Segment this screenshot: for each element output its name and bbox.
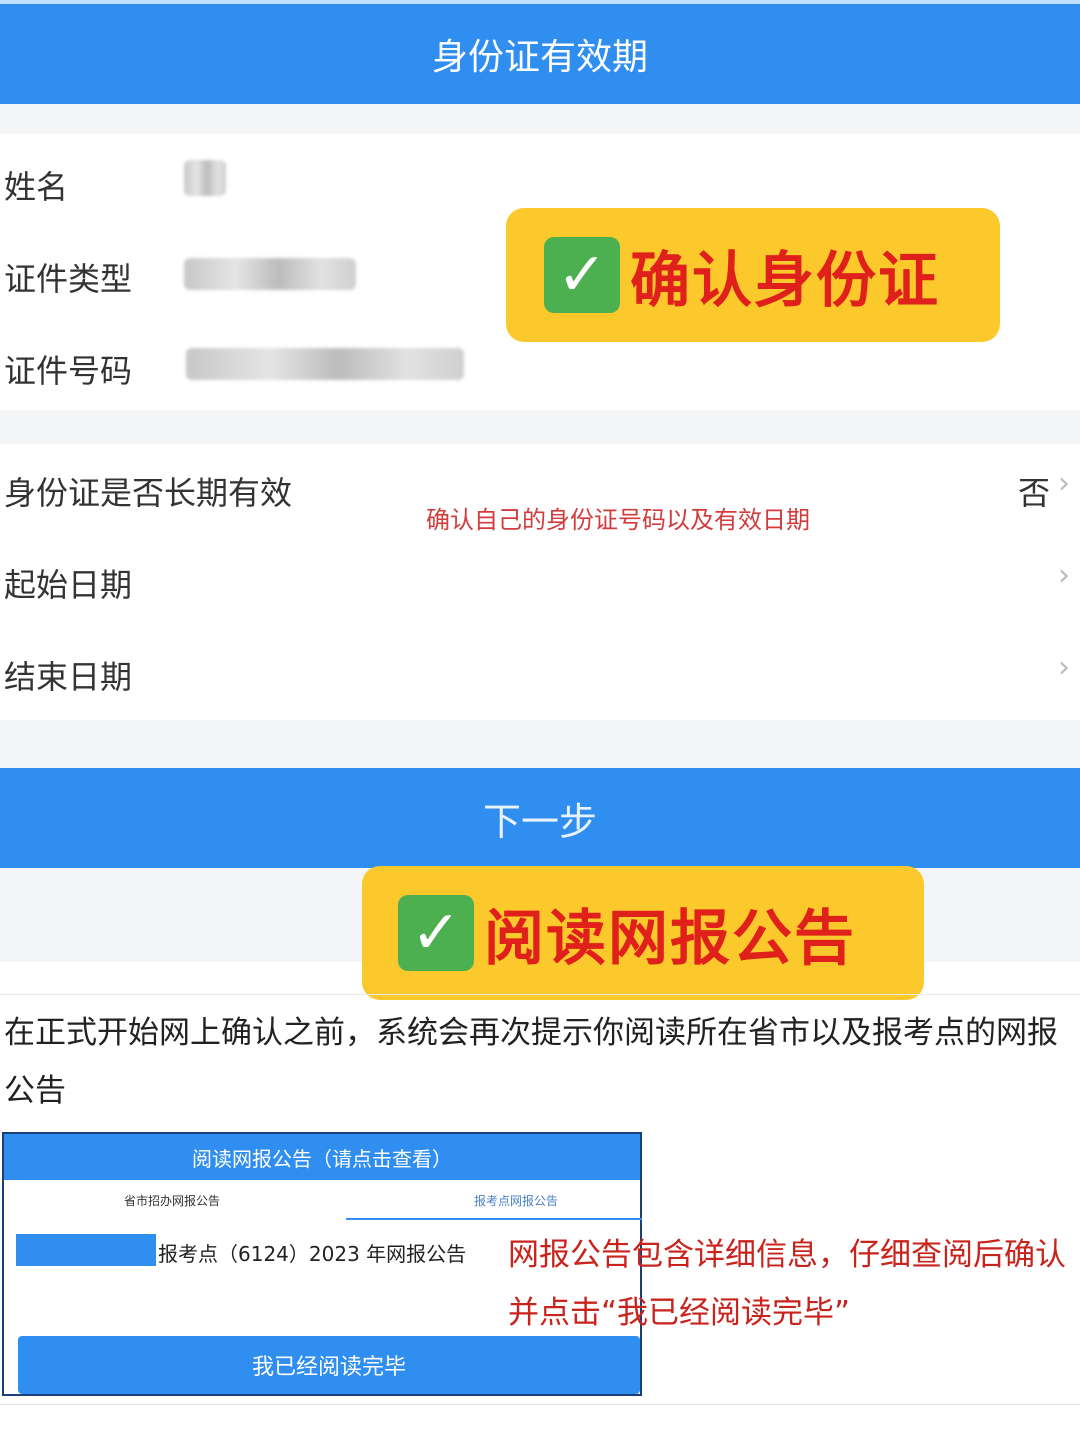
start-date-label: 起始日期 xyxy=(4,566,133,604)
annotation-badge-text: 确认身份证 xyxy=(630,245,940,316)
chevron-right-icon: › xyxy=(1058,558,1070,593)
read-complete-label: 我已经阅读完毕 xyxy=(251,1355,406,1380)
end-date-label: 结束日期 xyxy=(4,658,133,696)
name-value-redacted xyxy=(184,160,226,196)
next-step-label: 下一步 xyxy=(482,799,597,844)
read-complete-button[interactable]: 我已经阅读完毕 xyxy=(18,1336,640,1394)
id-number-value-redacted xyxy=(186,348,464,380)
annotation-badge-text: 阅读网报公告 xyxy=(484,903,856,974)
long-term-value: 否 xyxy=(1017,474,1050,512)
page-title: 身份证有效期 xyxy=(431,37,648,78)
id-type-value-redacted xyxy=(184,258,356,290)
active-tab-indicator xyxy=(346,1218,642,1220)
validity-section: 身份证是否长期有效 否 › 起始日期 › 结束日期 › xyxy=(0,444,1080,720)
next-step-button[interactable]: 下一步 xyxy=(0,768,1080,868)
check-mark-icon: ✓ xyxy=(398,895,474,971)
check-mark-icon: ✓ xyxy=(544,237,620,313)
tab-site-notice[interactable]: 报考点网报公告 xyxy=(474,1192,558,1209)
chevron-right-icon: › xyxy=(1058,466,1070,501)
chevron-right-icon: › xyxy=(1058,650,1070,685)
divider xyxy=(0,994,1080,995)
notice-title: 阅读网报公告（请点击查看） xyxy=(192,1146,452,1171)
notice-header[interactable]: 阅读网报公告（请点击查看） xyxy=(4,1134,640,1180)
annotation-badge-confirm-id: ✓ 确认身份证 xyxy=(506,208,1000,342)
annotation-badge-read-notice: ✓ 阅读网报公告 xyxy=(362,866,924,1000)
section-gap xyxy=(0,410,1080,444)
tab-province-notice[interactable]: 省市招办网报公告 xyxy=(124,1192,220,1209)
section-gap xyxy=(0,720,1080,768)
id-number-label: 证件号码 xyxy=(4,352,133,390)
id-type-label: 证件类型 xyxy=(4,260,133,298)
notice-redacted-block xyxy=(16,1234,156,1266)
notice-link[interactable]: 报考点（6124）2023 年网报公告 xyxy=(158,1238,466,1267)
instruction-text: 在正式开始网上确认之前，系统会再次提示你阅读所在省市以及报考点的网报公告 xyxy=(4,1015,1058,1109)
name-label: 姓名 xyxy=(4,168,69,206)
section-gap xyxy=(0,104,1080,134)
long-term-label: 身份证是否长期有效 xyxy=(4,474,293,512)
annotation-note: 确认自己的身份证号码以及有效日期 xyxy=(426,506,810,534)
annotation-description: 网报公告包含详细信息，仔细查阅后确认并点击“我已经阅读完毕” xyxy=(508,1237,1066,1331)
page-header: 身份证有效期 xyxy=(0,0,1080,104)
divider xyxy=(0,1404,1080,1405)
